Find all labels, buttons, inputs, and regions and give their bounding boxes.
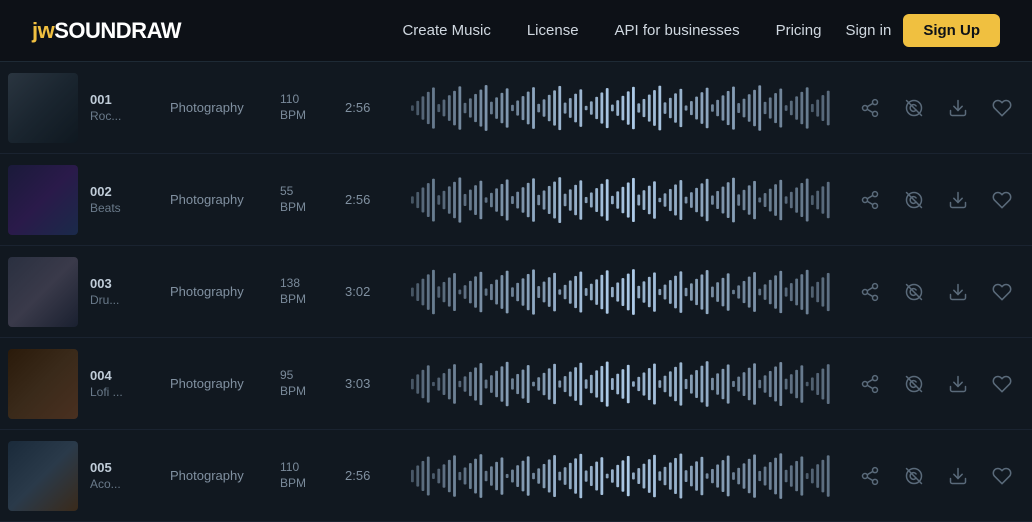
track-row[interactable]: 004 Lofi ... Photography 95BPM 3:03 (0, 338, 1032, 430)
track-thumbnail (8, 441, 78, 511)
track-num-info: 003 Dru... (90, 276, 170, 307)
nav-item-create-music[interactable]: Create Music (402, 22, 490, 39)
logo: jwSOUNDRAW (32, 18, 181, 44)
track-thumbnail (8, 349, 78, 419)
track-name: Lofi ... (90, 385, 170, 399)
track-actions (856, 462, 1016, 490)
no-copyright-button[interactable] (900, 462, 928, 490)
track-bpm: 110BPM (280, 460, 345, 491)
track-number: 001 (90, 92, 170, 107)
track-duration: 3:03 (345, 376, 395, 391)
track-name: Roc... (90, 109, 170, 123)
nav-item-pricing[interactable]: Pricing (776, 22, 822, 39)
share-button[interactable] (856, 370, 884, 398)
favorite-button[interactable] (988, 462, 1016, 490)
share-button[interactable] (856, 278, 884, 306)
track-duration: 2:56 (345, 468, 395, 483)
waveform (411, 175, 832, 225)
track-actions (856, 186, 1016, 214)
track-thumbnail (8, 257, 78, 327)
no-copyright-button[interactable] (900, 278, 928, 306)
track-num-info: 005 Aco... (90, 460, 170, 491)
track-num-info: 002 Beats (90, 184, 170, 215)
waveform (411, 83, 832, 133)
favorite-button[interactable] (988, 186, 1016, 214)
download-button[interactable] (944, 370, 972, 398)
no-copyright-button[interactable] (900, 186, 928, 214)
track-duration: 2:56 (345, 100, 395, 115)
signin-button[interactable]: Sign in (845, 22, 891, 39)
track-list: 001 Roc... Photography 110BPM 2:56 (0, 62, 1032, 522)
share-button[interactable] (856, 94, 884, 122)
track-genre: Photography (170, 192, 280, 207)
track-duration: 2:56 (345, 192, 395, 207)
track-row[interactable]: 001 Roc... Photography 110BPM 2:56 (0, 62, 1032, 154)
track-name: Beats (90, 201, 170, 215)
track-row[interactable]: 005 Aco... Photography 110BPM 2:56 (0, 430, 1032, 522)
track-number: 005 (90, 460, 170, 475)
track-bpm: 95BPM (280, 368, 345, 399)
track-thumbnail (8, 73, 78, 143)
waveform (411, 451, 832, 501)
nav-item-api-for-businesses[interactable]: API for businesses (615, 22, 740, 39)
main-nav: Create Music License API for businesses Pri… (402, 22, 821, 39)
favorite-button[interactable] (988, 278, 1016, 306)
track-genre: Photography (170, 284, 280, 299)
waveform (411, 267, 832, 317)
track-name: Dru... (90, 293, 170, 307)
signup-button[interactable]: Sign Up (903, 14, 1000, 47)
track-bpm: 55BPM (280, 184, 345, 215)
track-number: 003 (90, 276, 170, 291)
waveform (411, 359, 832, 409)
download-button[interactable] (944, 462, 972, 490)
track-name: Aco... (90, 477, 170, 491)
track-actions (856, 278, 1016, 306)
track-duration: 3:02 (345, 284, 395, 299)
track-num-info: 001 Roc... (90, 92, 170, 123)
track-number: 002 (90, 184, 170, 199)
track-number: 004 (90, 368, 170, 383)
track-bpm: 110BPM (280, 92, 345, 123)
header: jwSOUNDRAW Create Music License API for bu… (0, 0, 1032, 62)
track-row[interactable]: 003 Dru... Photography 138BPM 3:02 (0, 246, 1032, 338)
track-actions (856, 94, 1016, 122)
favorite-button[interactable] (988, 94, 1016, 122)
share-button[interactable] (856, 186, 884, 214)
track-thumbnail (8, 165, 78, 235)
no-copyright-button[interactable] (900, 370, 928, 398)
download-button[interactable] (944, 94, 972, 122)
track-row[interactable]: 002 Beats Photography 55BPM 2:56 (0, 154, 1032, 246)
no-copyright-button[interactable] (900, 94, 928, 122)
track-genre: Photography (170, 468, 280, 483)
download-button[interactable] (944, 278, 972, 306)
track-num-info: 004 Lofi ... (90, 368, 170, 399)
track-actions (856, 370, 1016, 398)
track-genre: Photography (170, 100, 280, 115)
nav-item-license[interactable]: License (527, 22, 579, 39)
favorite-button[interactable] (988, 370, 1016, 398)
track-genre: Photography (170, 376, 280, 391)
share-button[interactable] (856, 462, 884, 490)
track-bpm: 138BPM (280, 276, 345, 307)
logo-text: jwSOUNDRAW (32, 18, 181, 44)
download-button[interactable] (944, 186, 972, 214)
